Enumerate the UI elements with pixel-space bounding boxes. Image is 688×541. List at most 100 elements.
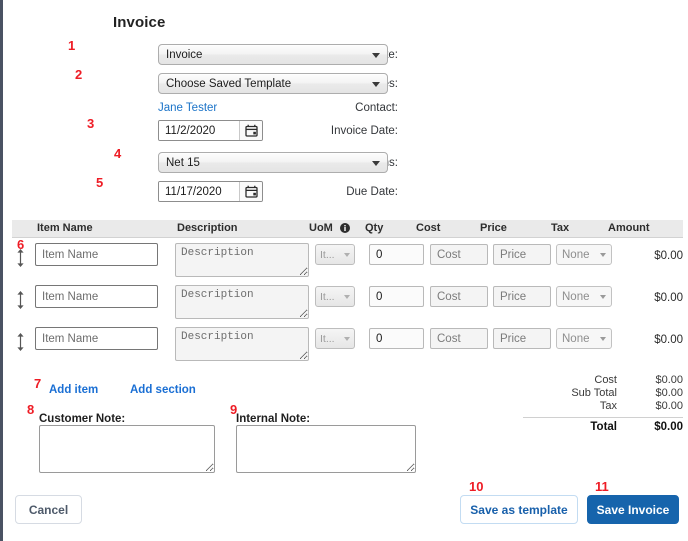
- design-template-select[interactable]: Invoice: [158, 44, 388, 65]
- saved-invoices-control: Choose Saved Template: [158, 73, 388, 94]
- price-input[interactable]: [493, 328, 551, 349]
- totals-total-value: $0.00: [654, 421, 683, 433]
- uom-select[interactable]: It...: [315, 286, 355, 307]
- invoice-date-box: [158, 120, 263, 141]
- drag-handle-icon[interactable]: [14, 291, 27, 309]
- annotation-1: 1: [68, 38, 76, 53]
- annotation-8: 8: [27, 402, 35, 417]
- info-icon[interactable]: [339, 223, 350, 233]
- totals-cost-label: Cost: [594, 374, 617, 386]
- column-header-qty: Qty: [365, 222, 384, 234]
- terms-control: Net 15: [158, 152, 388, 173]
- cell-description: [175, 327, 309, 366]
- annotation-4: 4: [114, 146, 122, 161]
- column-header-tax: Tax: [551, 222, 570, 234]
- page-title: Invoice: [113, 14, 166, 31]
- qty-input[interactable]: [369, 244, 424, 265]
- uom-select[interactable]: It...: [315, 244, 355, 265]
- totals-subtotal-label: Sub Total: [571, 387, 617, 399]
- row-amount: $0.00: [654, 334, 683, 346]
- save-as-template-button[interactable]: Save as template: [460, 495, 578, 524]
- cost-input[interactable]: [430, 286, 488, 307]
- tax-select-wrap: None: [556, 328, 612, 349]
- contact-label: Contact:: [355, 102, 398, 114]
- tax-select[interactable]: None: [556, 328, 612, 349]
- description-input[interactable]: [175, 243, 309, 277]
- column-header-amount: Amount: [608, 222, 650, 234]
- invoice-form-page: Invoice 1 2 3 4 5 6 7 8 9 10 11 Design T…: [0, 0, 688, 541]
- annotation-9: 9: [230, 402, 238, 417]
- table-row: It... None: [12, 322, 683, 364]
- drag-handle-icon[interactable]: [14, 333, 27, 351]
- totals-row-tax: Tax $0.00: [523, 400, 683, 413]
- cell-tax: None: [556, 328, 612, 349]
- invoice-date-calendar-button[interactable]: [239, 121, 262, 140]
- item-name-input[interactable]: [35, 243, 158, 266]
- table-row: It... None: [12, 238, 683, 280]
- tax-select-wrap: None: [556, 286, 612, 307]
- due-date-label: Due Date:: [346, 186, 398, 198]
- description-input[interactable]: [175, 327, 309, 361]
- uom-select-wrap: It...: [315, 244, 355, 265]
- internal-note-input[interactable]: [236, 425, 416, 473]
- annotation-3: 3: [87, 116, 95, 131]
- contact-control: Jane Tester: [158, 97, 217, 119]
- cell-item-name: [35, 327, 158, 350]
- annotation-7: 7: [34, 376, 42, 391]
- due-date-input[interactable]: [159, 182, 239, 201]
- item-name-input[interactable]: [35, 327, 158, 350]
- cell-uom: It...: [315, 328, 355, 349]
- totals-row-cost: Cost $0.00: [523, 374, 683, 387]
- tax-select[interactable]: None: [556, 244, 612, 265]
- row-amount: $0.00: [654, 292, 683, 304]
- annotation-5: 5: [96, 175, 104, 190]
- cancel-button[interactable]: Cancel: [15, 495, 82, 524]
- totals-total-label: Total: [590, 421, 617, 433]
- due-date-calendar-button[interactable]: [239, 182, 262, 201]
- qty-input[interactable]: [369, 286, 424, 307]
- row-amount: $0.00: [654, 250, 683, 262]
- uom-select-wrap: It...: [315, 328, 355, 349]
- annotation-11: 11: [595, 479, 609, 494]
- calendar-icon: [244, 185, 258, 198]
- uom-select[interactable]: It...: [315, 328, 355, 349]
- due-date-control: [158, 181, 263, 202]
- due-date-box: [158, 181, 263, 202]
- totals-subtotal-value: $0.00: [655, 387, 683, 399]
- column-header-item-name: Item Name: [37, 222, 93, 234]
- totals-divider: [523, 417, 683, 418]
- price-input[interactable]: [493, 286, 551, 307]
- calendar-icon: [244, 124, 258, 137]
- cell-item-name: [35, 243, 158, 266]
- cost-input[interactable]: [430, 328, 488, 349]
- cell-tax: None: [556, 286, 612, 307]
- add-section-link[interactable]: Add section: [130, 384, 196, 396]
- save-invoice-button[interactable]: Save Invoice: [587, 495, 679, 524]
- terms-row: Terms: Net 15: [3, 152, 403, 174]
- invoice-date-input[interactable]: [159, 121, 239, 140]
- customer-note-input[interactable]: [39, 425, 215, 473]
- cell-cost: [430, 286, 488, 307]
- saved-invoices-select[interactable]: Choose Saved Template: [158, 73, 388, 94]
- cell-cost: [430, 244, 488, 265]
- terms-select[interactable]: Net 15: [158, 152, 388, 173]
- tax-select[interactable]: None: [556, 286, 612, 307]
- annotation-2: 2: [75, 67, 83, 82]
- contact-link[interactable]: Jane Tester: [158, 102, 217, 114]
- annotation-6: 6: [17, 237, 25, 252]
- price-input[interactable]: [493, 244, 551, 265]
- description-input[interactable]: [175, 285, 309, 319]
- column-header-price: Price: [480, 222, 507, 234]
- add-item-link[interactable]: Add item: [49, 384, 98, 396]
- uom-select-wrap: It...: [315, 286, 355, 307]
- item-name-input[interactable]: [35, 285, 158, 308]
- annotation-10: 10: [469, 479, 484, 494]
- cell-qty: [369, 244, 424, 265]
- cell-tax: None: [556, 244, 612, 265]
- qty-input[interactable]: [369, 328, 424, 349]
- internal-note-label: Internal Note:: [236, 413, 311, 425]
- column-header-uom: UoM: [309, 222, 333, 234]
- saved-invoices-select-wrap: Choose Saved Template: [158, 73, 388, 94]
- totals-row-subtotal: Sub Total $0.00: [523, 387, 683, 400]
- cost-input[interactable]: [430, 244, 488, 265]
